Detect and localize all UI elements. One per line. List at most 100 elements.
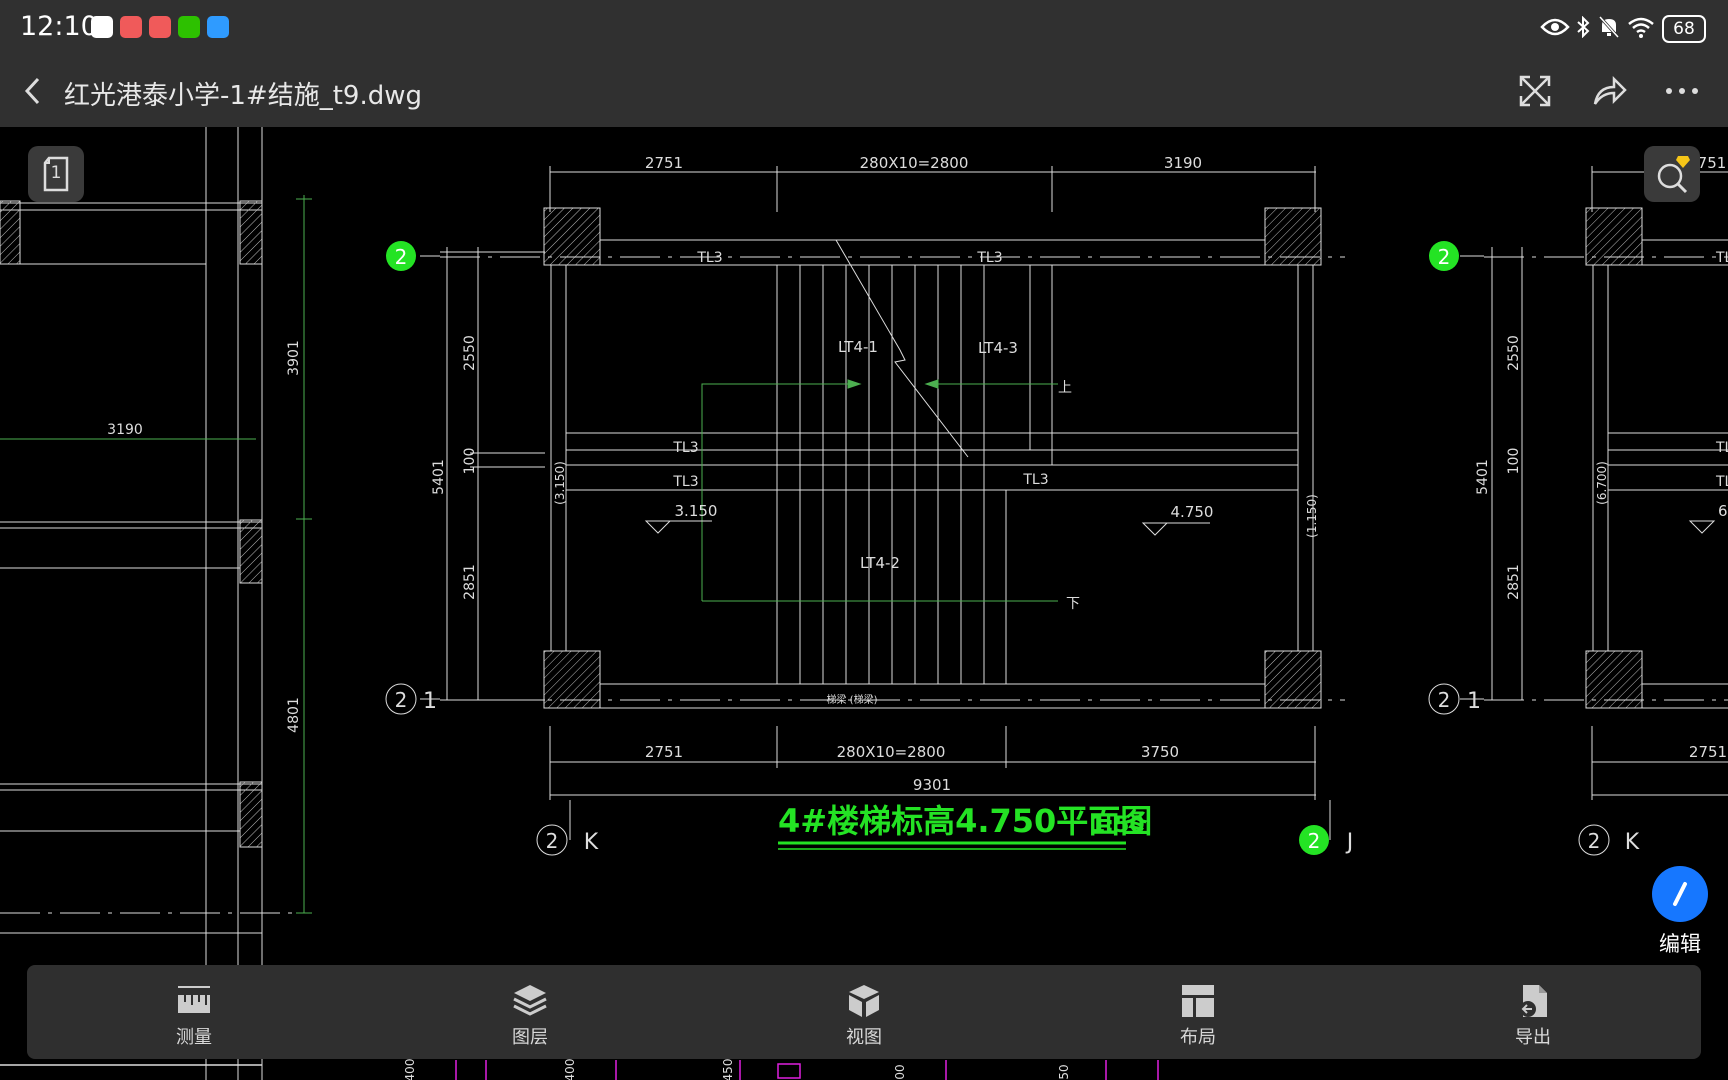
elevation-right: 4.750 (1171, 503, 1214, 521)
right-view-beam-label: TL (1715, 250, 1728, 266)
cad-drawing[interactable]: 3190 3901 4801 2751 280X10=2800 3190 275… (0, 127, 1728, 1080)
view-button[interactable]: 视图 (819, 965, 909, 1059)
bottom-strip-label: 400 (563, 1059, 577, 1080)
dim-top-2: 280X10=2800 (860, 154, 969, 172)
beam-label: TL3 (672, 440, 698, 456)
layers-button[interactable]: 图层 (485, 965, 575, 1059)
dim-left-upper: 2550 (462, 335, 478, 371)
dim-top-1: 2751 (645, 154, 683, 172)
beam-label: TL3 (672, 474, 698, 490)
view-label: 视图 (846, 1027, 882, 1048)
flight-label: LT4-2 (860, 554, 900, 572)
back-arrow-icon[interactable] (22, 75, 44, 107)
dim-top-3: 3190 (1164, 154, 1202, 172)
stair-treads (776, 265, 1053, 684)
cube-icon (849, 985, 879, 1017)
edit-button[interactable] (1652, 866, 1708, 922)
left-view-dim-vertical-lower: 4801 (286, 697, 302, 733)
dim-left-total: 5401 (431, 459, 447, 495)
grid-bubble-2-j-label: 2 (1308, 829, 1321, 853)
right-view-dim-upper: 2550 (1506, 335, 1522, 371)
beam-label: TL3 (976, 250, 1002, 266)
right-view (1460, 166, 1728, 800)
right-view-beam-label: TL (1715, 474, 1728, 490)
qq-notification-icon (91, 16, 113, 38)
bottom-strip-label: 450 (721, 1059, 735, 1080)
bluetooth-icon (1577, 16, 1590, 38)
left-view (0, 127, 312, 1080)
elevation-left: 3.150 (675, 502, 718, 520)
search-icon (1657, 156, 1690, 194)
right-grid-bubble-2-label: 2 (1438, 245, 1451, 269)
edit-button-label: 编辑 (1659, 932, 1701, 956)
app-notification-icon (120, 16, 142, 38)
layers-icon (513, 985, 547, 1016)
right-grid-bubble-2-1-letter: 1 (1467, 689, 1481, 714)
flight-label: LT4-1 (838, 338, 878, 356)
bottom-strip-label: 400 (403, 1059, 417, 1080)
beam-label: TL3 (696, 250, 722, 266)
layout-label: 布局 (1180, 1027, 1216, 1048)
grid-bubble-2-k-label: 2 (546, 829, 559, 853)
right-view-dim-bottom: 2751 (1689, 743, 1727, 761)
more-options-icon[interactable] (1665, 87, 1699, 95)
drawing-canvas[interactable]: 3190 3901 4801 2751 280X10=2800 3190 275… (0, 127, 1728, 1080)
grid-bubble-2-label: 2 (395, 245, 408, 269)
title-bar: 红光港泰小学-1#结施_t9.dwg (0, 55, 1728, 127)
beam-label: TL3 (1022, 472, 1048, 488)
measure-button[interactable]: 测量 (149, 965, 239, 1059)
right-view-elevation: 6 (1718, 502, 1728, 520)
fullscreen-icon[interactable] (1518, 74, 1552, 108)
right-view-vertical-note: (6.700) (1595, 461, 1609, 505)
down-marker: 下 (1066, 596, 1080, 612)
dim-left-lower: 2851 (462, 564, 478, 600)
left-view-dim-vertical-upper: 3901 (286, 340, 302, 376)
layout-button[interactable]: 布局 (1153, 965, 1243, 1059)
status-time: 12:10 (20, 11, 98, 42)
ruler-icon (178, 986, 210, 1013)
browser-notification-icon (207, 16, 229, 38)
status-bar: 12:10 68 (0, 0, 1728, 55)
right-view-dim-lower: 2851 (1506, 564, 1522, 600)
right-view-dim-middle: 100 (1506, 448, 1522, 475)
page-thumbnail-button[interactable]: 1 (28, 146, 84, 202)
right-grid-bubble-2-1-label: 2 (1438, 688, 1451, 712)
right-grid-bubble-2-k-letter: K (1625, 830, 1640, 855)
export-button[interactable]: 导出 (1488, 965, 1578, 1059)
bottom-strip-label: 50 (1057, 1064, 1071, 1079)
dim-bottom-2: 280X10=2800 (837, 743, 946, 761)
drawing-scale: 1:50 (1090, 813, 1145, 838)
bottom-beam-note: 梯梁 (梯梁) (827, 693, 878, 706)
right-view-beam-label: TL (1715, 440, 1728, 456)
grid-bubble-2-1-letter: 1 (423, 689, 437, 714)
measure-label: 测量 (176, 1027, 212, 1048)
battery-indicator: 68 (1662, 15, 1706, 43)
pen-icon (1673, 882, 1687, 906)
search-button[interactable] (1644, 146, 1700, 202)
wifi-icon (1628, 17, 1654, 38)
grid-bubble-2-k-letter: K (584, 830, 599, 855)
wechat-notification-icon (178, 16, 200, 38)
right-view-dim-total: 5401 (1475, 459, 1491, 495)
file-title: 红光港泰小学-1#结施_t9.dwg (64, 81, 422, 111)
right-grid-bubble-2-k-label: 2 (1588, 829, 1601, 853)
layers-label: 图层 (512, 1027, 548, 1048)
layout-icon (1182, 985, 1214, 1017)
grid-bubble-2-1-label: 2 (395, 688, 408, 712)
mute-bell-icon (1598, 15, 1620, 39)
right-view-dim-top: 751 (1698, 154, 1727, 172)
dim-total: 9301 (913, 776, 951, 794)
export-label: 导出 (1515, 1027, 1551, 1048)
export-icon (1520, 985, 1547, 1017)
share-icon[interactable] (1592, 75, 1628, 107)
bottom-strip-label: 00 (893, 1064, 907, 1079)
left-view-dim-horizontal: 3190 (107, 422, 143, 438)
vertical-note-right: (1.150) (1305, 494, 1319, 538)
eye-icon (1540, 18, 1570, 36)
flight-label: LT4-3 (978, 339, 1018, 357)
vertical-note-left: (3.150) (553, 461, 567, 505)
dim-left-middle: 100 (462, 448, 478, 475)
grid-bubble-2-j-letter: J (1345, 830, 1354, 855)
app-notification-icon (149, 16, 171, 38)
dim-bottom-3: 3750 (1141, 743, 1179, 761)
